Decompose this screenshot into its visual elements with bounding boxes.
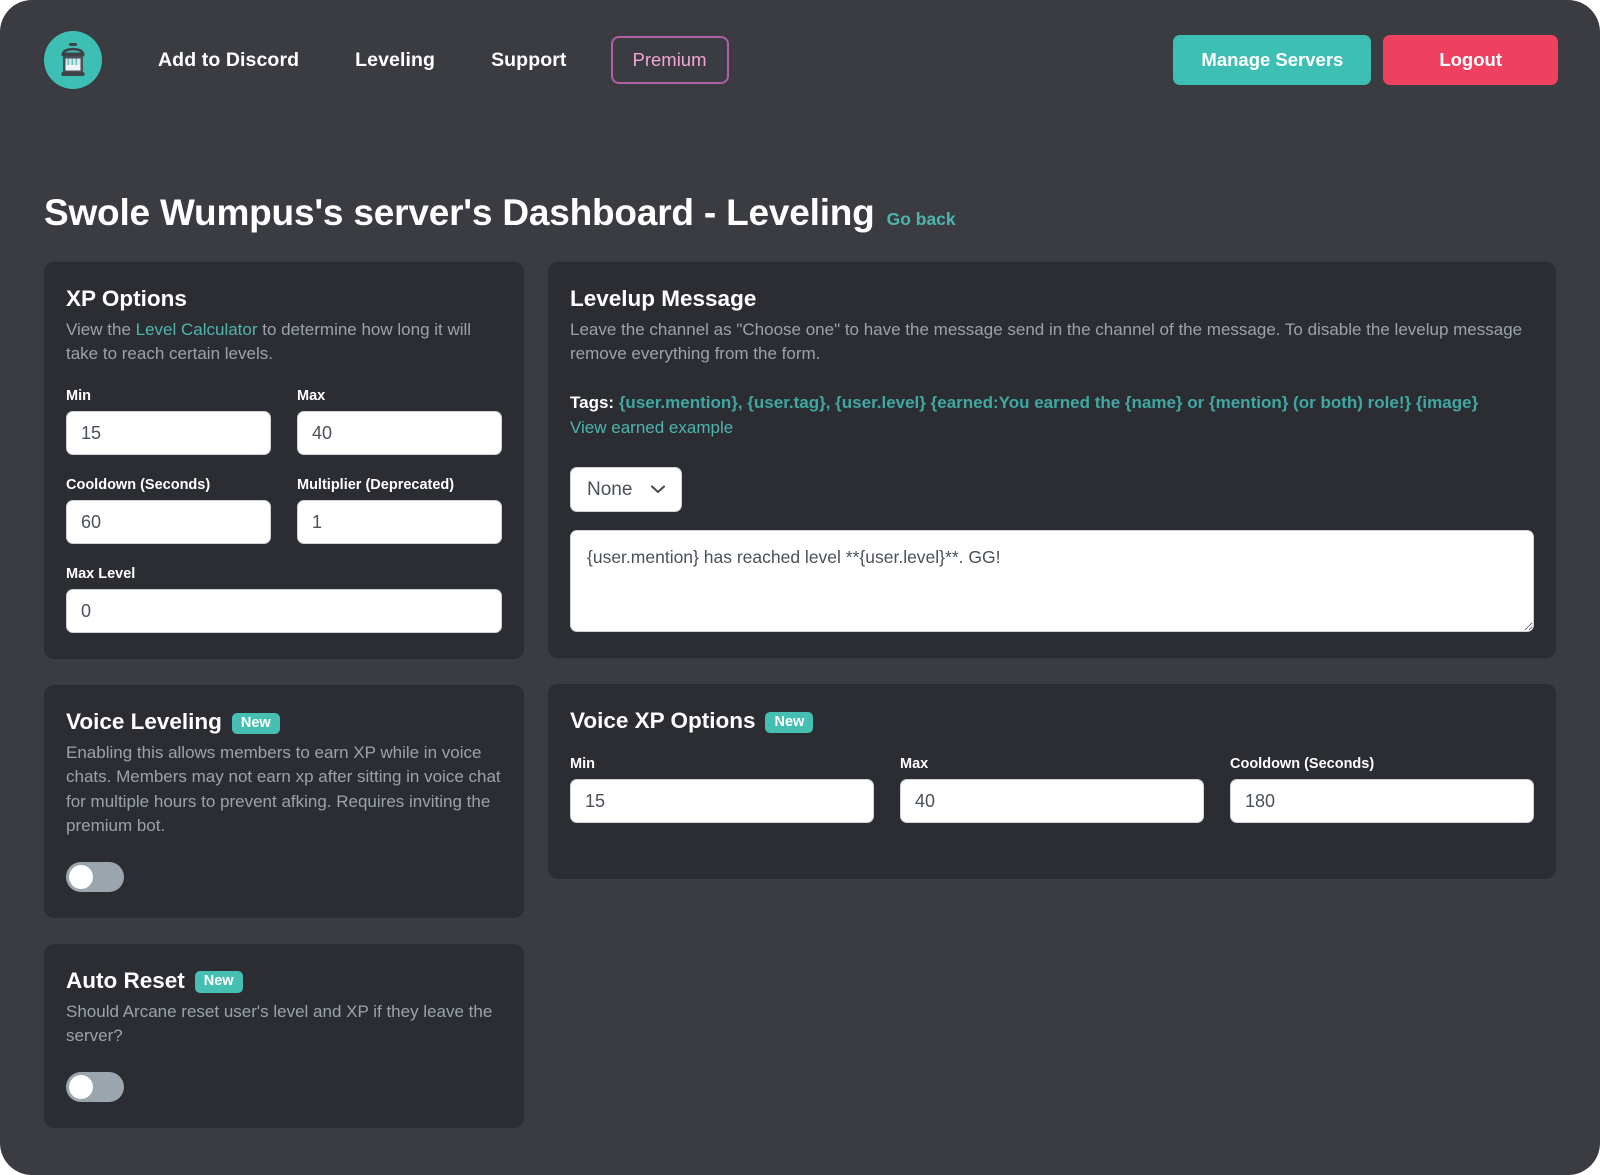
- toggle-knob: [69, 1075, 93, 1099]
- view-earned-example-link[interactable]: View earned example: [570, 417, 1534, 439]
- xp-options-title: XP Options: [66, 286, 502, 312]
- levelup-message-description: Leave the channel as "Choose one" to hav…: [570, 318, 1534, 366]
- page-header: Swole Wumpus's server's Dashboard - Leve…: [0, 120, 1600, 234]
- xp-options-description: View the Level Calculator to determine h…: [66, 318, 502, 366]
- voice-max-input[interactable]: [900, 779, 1204, 823]
- xp-cooldown-input[interactable]: [66, 500, 271, 544]
- premium-button[interactable]: Premium: [611, 36, 729, 84]
- voice-cooldown-input[interactable]: [1230, 779, 1534, 823]
- nav-link-leveling[interactable]: Leveling: [327, 49, 463, 72]
- field-voice-max: Max: [900, 756, 1204, 823]
- auto-reset-toggle[interactable]: [66, 1072, 124, 1102]
- nav-links: Add to Discord Leveling Support Premium: [158, 36, 729, 84]
- nav-link-add-to-discord[interactable]: Add to Discord: [158, 49, 327, 72]
- xp-min-max-row: Min Max: [66, 388, 502, 455]
- voice-leveling-new-badge: New: [232, 713, 280, 735]
- xp-max-label: Max: [297, 388, 502, 404]
- xp-max-level-label: Max Level: [66, 566, 502, 582]
- voice-min-input[interactable]: [570, 779, 874, 823]
- card-auto-reset: Auto Reset New Should Arcane reset user'…: [44, 944, 524, 1128]
- levelup-channel-select[interactable]: None: [570, 467, 682, 512]
- field-voice-cooldown: Cooldown (Seconds): [1230, 756, 1534, 823]
- card-voice-leveling: Voice Leveling New Enabling this allows …: [44, 685, 524, 918]
- voice-leveling-description: Enabling this allows members to earn XP …: [66, 741, 502, 838]
- xp-multiplier-label: Multiplier (Deprecated): [297, 477, 502, 493]
- card-levelup-message: Levelup Message Leave the channel as "Ch…: [548, 262, 1556, 658]
- field-voice-min: Min: [570, 756, 874, 823]
- voice-max-label: Max: [900, 756, 1204, 772]
- lantern-icon: [56, 42, 90, 78]
- level-calculator-link[interactable]: Level Calculator: [136, 320, 258, 339]
- app-window: Add to Discord Leveling Support Premium …: [0, 0, 1600, 1175]
- navbar-actions: Manage Servers Logout: [1173, 35, 1558, 85]
- xp-max-level-input[interactable]: [66, 589, 502, 633]
- brand-logo[interactable]: [44, 31, 102, 89]
- voice-xp-options-title-text: Voice XP Options: [570, 708, 755, 734]
- xp-max-level-row: Max Level: [66, 566, 502, 633]
- voice-cooldown-label: Cooldown (Seconds): [1230, 756, 1534, 772]
- auto-reset-new-badge: New: [195, 971, 243, 993]
- card-xp-options: XP Options View the Level Calculator to …: [44, 262, 524, 659]
- right-column: Levelup Message Leave the channel as "Ch…: [548, 262, 1556, 1128]
- voice-min-label: Min: [570, 756, 874, 772]
- toggle-knob: [69, 865, 93, 889]
- logout-button[interactable]: Logout: [1383, 35, 1558, 85]
- field-xp-max-level: Max Level: [66, 566, 502, 633]
- xp-cooldown-label: Cooldown (Seconds): [66, 477, 271, 493]
- xp-min-input[interactable]: [66, 411, 271, 455]
- xp-max-input[interactable]: [297, 411, 502, 455]
- levelup-message-title: Levelup Message: [570, 286, 1534, 312]
- xp-cooldown-multiplier-row: Cooldown (Seconds) Multiplier (Deprecate…: [66, 477, 502, 544]
- voice-leveling-title: Voice Leveling New: [66, 709, 502, 735]
- field-xp-cooldown: Cooldown (Seconds): [66, 477, 271, 544]
- field-xp-min: Min: [66, 388, 271, 455]
- go-back-link[interactable]: Go back: [887, 209, 956, 230]
- card-voice-xp-options: Voice XP Options New Min Max Cooldown (S…: [548, 684, 1556, 879]
- auto-reset-title-text: Auto Reset: [66, 968, 185, 994]
- nav-link-support[interactable]: Support: [463, 49, 594, 72]
- levelup-message-textarea[interactable]: {user.mention} has reached level **{user…: [570, 530, 1534, 632]
- field-xp-max: Max: [297, 388, 502, 455]
- auto-reset-title: Auto Reset New: [66, 968, 502, 994]
- left-column: XP Options View the Level Calculator to …: [44, 262, 524, 1128]
- xp-desc-before: View the: [66, 320, 136, 339]
- voice-xp-new-badge: New: [765, 712, 813, 734]
- manage-servers-button[interactable]: Manage Servers: [1173, 35, 1371, 85]
- auto-reset-description: Should Arcane reset user's level and XP …: [66, 1000, 502, 1048]
- levelup-tags: Tags: {user.mention}, {user.tag}, {user.…: [570, 392, 1534, 439]
- dashboard-content: XP Options View the Level Calculator to …: [0, 234, 1600, 1128]
- field-xp-multiplier: Multiplier (Deprecated): [297, 477, 502, 544]
- voice-xp-options-title: Voice XP Options New: [570, 708, 1534, 734]
- voice-leveling-toggle[interactable]: [66, 862, 124, 892]
- xp-multiplier-input[interactable]: [297, 500, 502, 544]
- page-title: Swole Wumpus's server's Dashboard - Leve…: [44, 192, 875, 234]
- tags-label: Tags:: [570, 393, 614, 412]
- channel-select-wrapper: None: [570, 467, 682, 512]
- tags-value: {user.mention}, {user.tag}, {user.level}…: [619, 393, 1478, 412]
- xp-min-label: Min: [66, 388, 271, 404]
- voice-xp-fields-row: Min Max Cooldown (Seconds): [570, 756, 1534, 823]
- voice-leveling-title-text: Voice Leveling: [66, 709, 222, 735]
- navbar: Add to Discord Leveling Support Premium …: [0, 0, 1600, 120]
